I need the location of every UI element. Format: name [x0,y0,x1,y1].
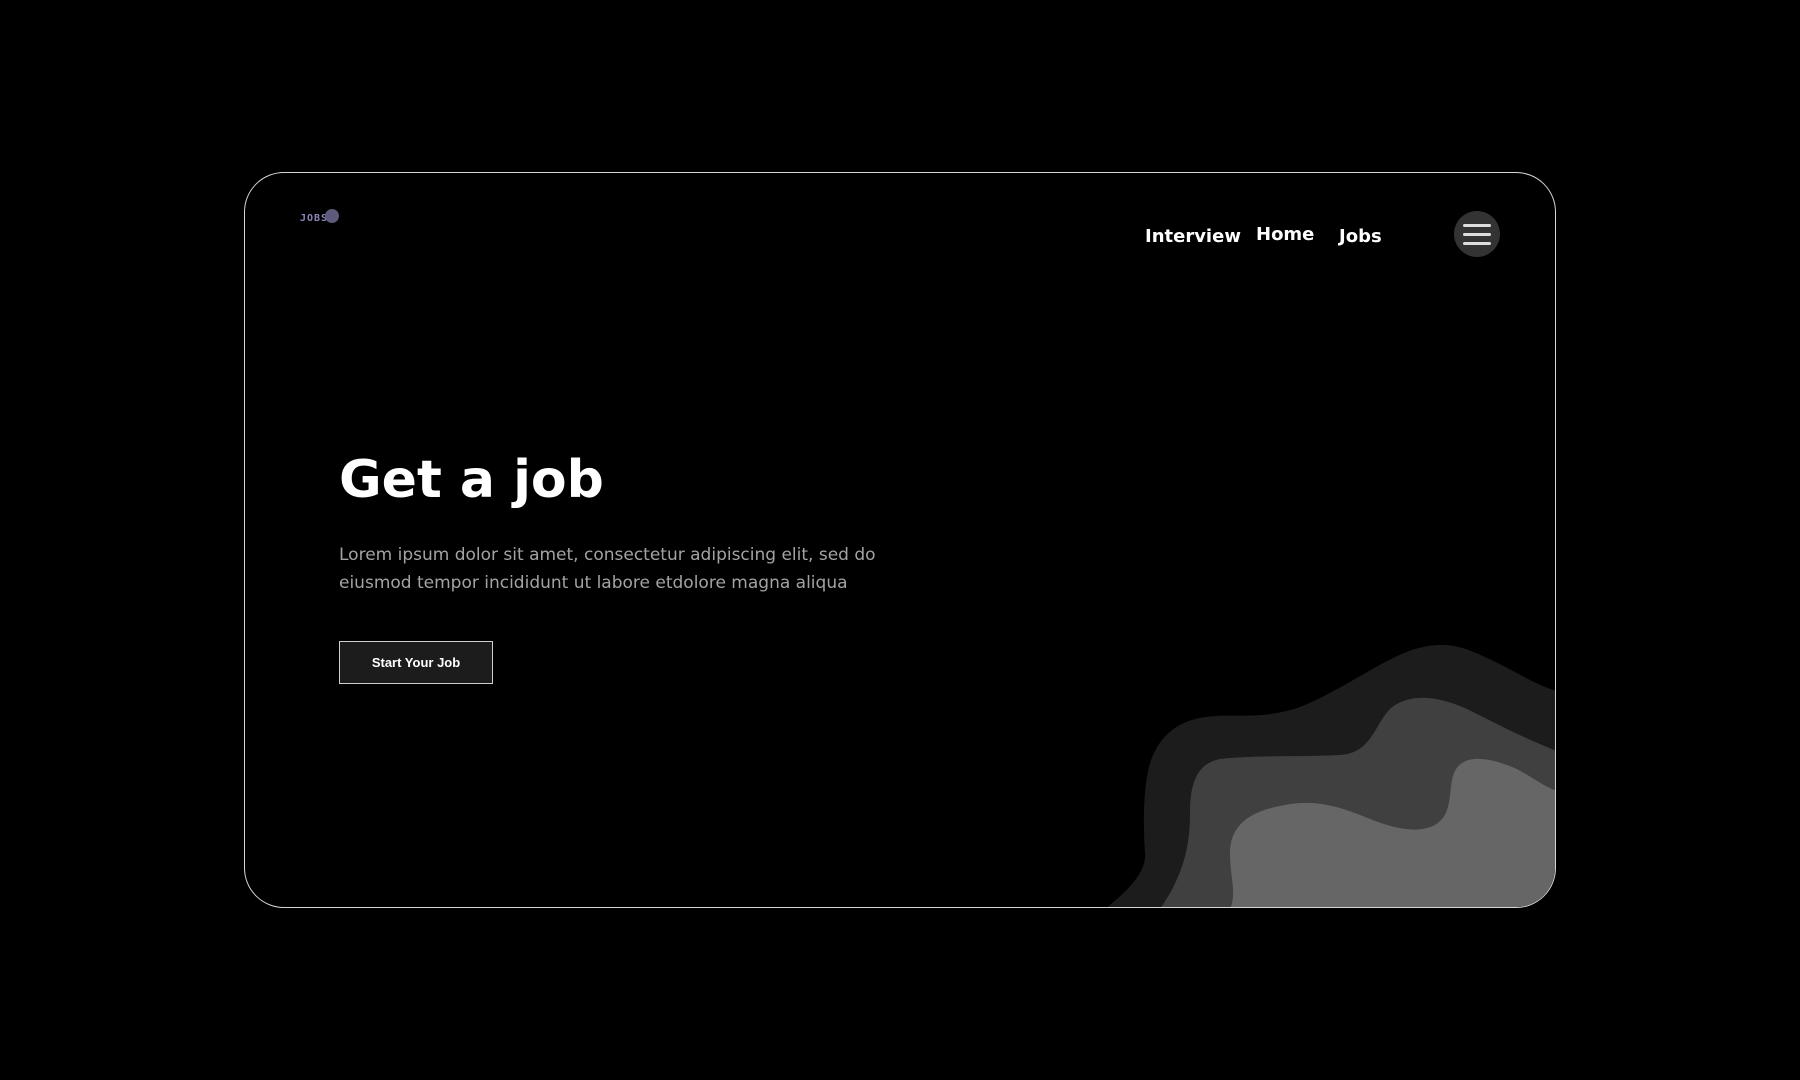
nav-link-interview[interactable]: Interview [1145,226,1241,247]
hamburger-icon [1463,224,1491,227]
nav-link-home[interactable]: Home [1256,224,1314,245]
logo-text: JOBS [300,213,329,224]
wave-dark [1107,644,1555,907]
nav-link-jobs[interactable]: Jobs [1339,226,1382,247]
hamburger-menu-button[interactable] [1454,211,1500,257]
wave-mid [1161,697,1555,907]
hero-card: JOBS Interview Home Jobs Get a job Lorem… [244,172,1556,908]
wave-light [1230,759,1555,907]
hero-description: Lorem ipsum dolor sit amet, consectetur … [339,545,876,593]
top-nav: Interview Home Jobs [245,224,1555,254]
start-your-job-button[interactable]: Start Your Job [339,641,493,684]
hero-title: Get a job [339,450,604,510]
logo-dot-icon [325,209,339,223]
